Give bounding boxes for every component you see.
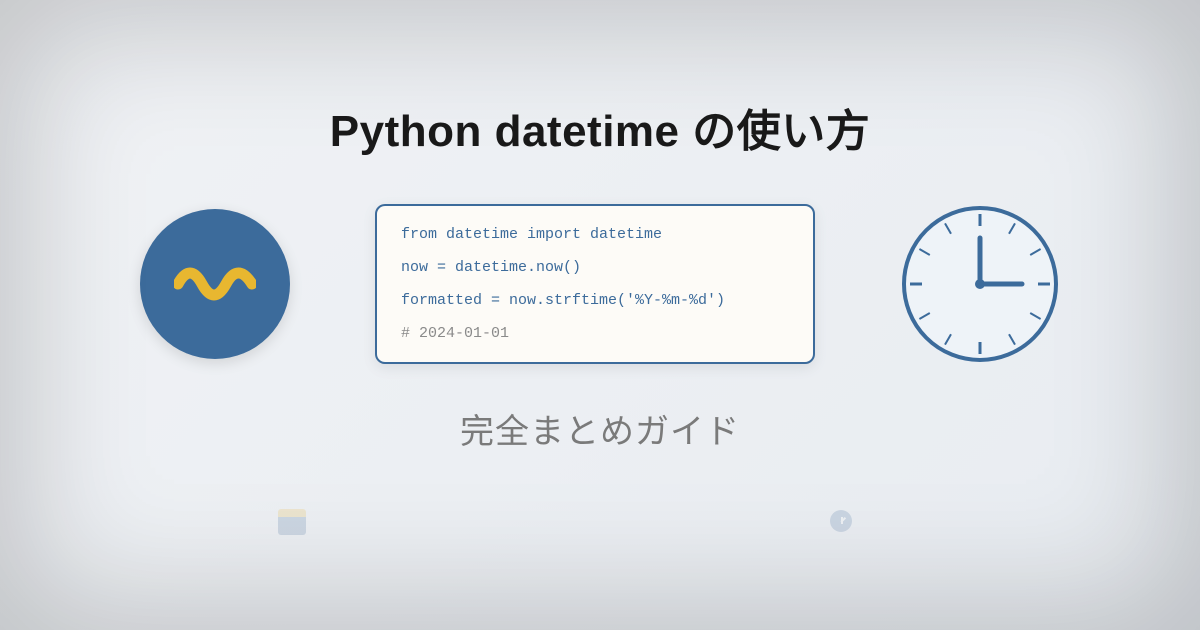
code-line-comment: # 2024-01-01 (401, 323, 789, 344)
code-line: from datetime import datetime (401, 224, 789, 245)
code-line: now = datetime.now() (401, 257, 789, 278)
illustration-row: from datetime import datetime now = date… (140, 204, 1060, 364)
clock-small-icon (830, 510, 852, 532)
clock-icon (900, 204, 1060, 364)
calendar-icon (278, 507, 306, 535)
code-snippet: from datetime import datetime now = date… (375, 204, 815, 364)
python-icon (140, 209, 290, 359)
code-line: formatted = now.strftime('%Y-%m-%d') (401, 290, 789, 311)
page-subtitle: 完全まとめガイド (460, 404, 740, 453)
page-title: Python datetime の使い方 (330, 95, 871, 159)
hero-card: Python datetime の使い方 from datetime impor… (0, 0, 1200, 630)
